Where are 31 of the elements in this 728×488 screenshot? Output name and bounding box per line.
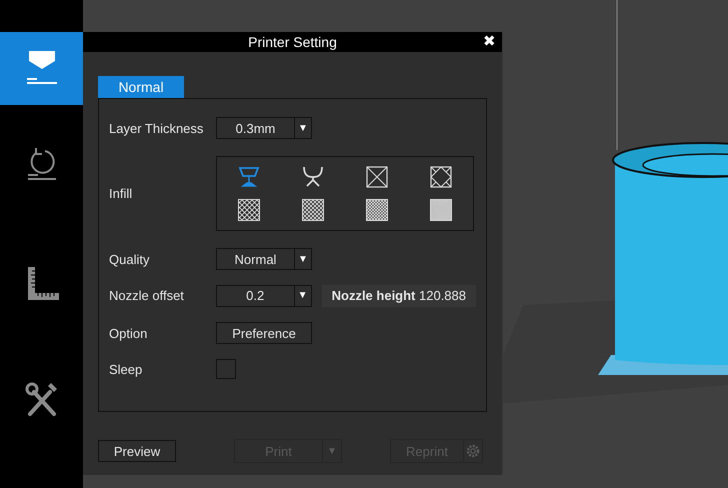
mesh-icon	[366, 198, 388, 221]
field-label: Layer Thickness	[109, 120, 204, 136]
dropdown[interactable]: 0.3mm ▼	[216, 117, 312, 139]
infill-option[interactable]	[364, 164, 390, 190]
dropdown[interactable]: Normal ▼	[216, 248, 312, 270]
nozzle-height-readout: Nozzle height 120.888	[322, 284, 476, 306]
preference-button[interactable]: Preference	[216, 322, 312, 344]
sleep-checkbox[interactable]	[216, 359, 236, 379]
mesh-icon	[430, 198, 452, 221]
mesh-icon	[302, 198, 324, 221]
infill-option[interactable]	[236, 196, 262, 223]
infill-option[interactable]	[428, 164, 454, 190]
mesh-icon	[238, 198, 260, 221]
goblet-icon	[238, 166, 260, 188]
field-label: Infill	[109, 186, 134, 201]
infill-option[interactable]	[364, 196, 390, 223]
settings-icon	[466, 444, 480, 458]
dialog-title: Printer Setting	[248, 34, 337, 50]
crossed-square-icon	[366, 166, 388, 188]
dropdown[interactable]: 0.2 ▼	[216, 284, 312, 306]
field-label: Sleep	[109, 362, 144, 376]
infill-option[interactable]	[300, 196, 326, 223]
preview-button[interactable]: Preview	[98, 440, 176, 462]
diamond-square-icon	[430, 166, 452, 188]
sidebar-item[interactable]	[0, 32, 83, 105]
close-button[interactable]: ✖	[481, 33, 498, 51]
field-label: Quality	[109, 252, 150, 266]
field-label: Nozzle offset	[109, 288, 185, 303]
field-label: Option	[109, 326, 148, 340]
forked-cup-icon	[302, 166, 324, 188]
tab[interactable]: Normal	[98, 76, 184, 98]
